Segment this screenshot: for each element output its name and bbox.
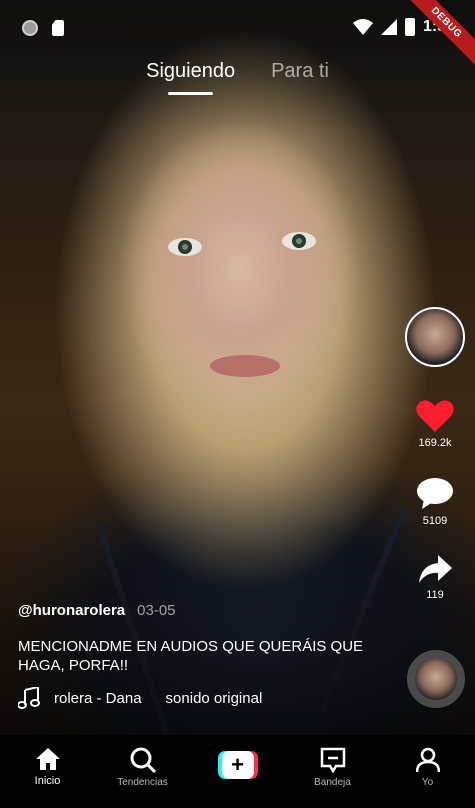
nav-inbox-label: Bandeja xyxy=(314,777,351,788)
profile-icon xyxy=(415,747,440,773)
share-icon xyxy=(419,555,452,583)
sound-row[interactable]: rolera - Dana sonido original xyxy=(18,687,398,709)
sound-artist: rolera - Dana xyxy=(54,689,142,707)
nav-trends[interactable]: Tendencias xyxy=(103,747,183,788)
nav-profile[interactable]: Yo xyxy=(388,747,468,788)
creator-handle[interactable]: @huronarolera xyxy=(18,602,125,619)
share-button[interactable]: 119 xyxy=(418,555,452,601)
comment-icon xyxy=(417,478,453,509)
nav-home[interactable]: Inicio xyxy=(8,747,88,787)
create-icon: + xyxy=(217,751,258,779)
nav-trends-label: Tendencias xyxy=(117,777,168,788)
heart-icon xyxy=(416,400,454,432)
record-icon xyxy=(22,20,38,36)
post-description: MENCIONADME EN AUDIOS QUE QUERÁIS QUE HA… xyxy=(18,638,364,674)
tab-for-you-label: Para ti xyxy=(271,60,329,82)
sound-name: sonido original xyxy=(165,689,263,707)
active-tab-indicator xyxy=(168,92,214,95)
home-icon xyxy=(35,748,60,770)
nav-home-label: Inicio xyxy=(34,775,61,787)
post-caption: @huronarolera 03-05 MENCIONADME EN AUDIO… xyxy=(18,602,398,709)
tab-following[interactable]: Siguiendo xyxy=(146,60,235,95)
signal-icon xyxy=(380,19,397,35)
share-count: 119 xyxy=(426,589,444,601)
battery-icon xyxy=(404,18,415,36)
inbox-icon xyxy=(320,747,345,773)
tab-for-you[interactable]: Para ti xyxy=(271,60,329,95)
like-button[interactable]: 169.2k xyxy=(416,399,454,449)
wifi-icon xyxy=(352,19,373,35)
bottom-nav: Inicio Tendencias + Bandeja Yo xyxy=(0,735,475,808)
music-note-icon xyxy=(18,687,40,709)
feed-tabs: Siguiendo Para ti xyxy=(0,60,475,95)
post-date: 03-05 xyxy=(137,602,176,619)
comment-button[interactable]: 5109 xyxy=(416,477,454,527)
search-icon xyxy=(130,747,156,773)
sd-card-icon xyxy=(52,20,64,36)
like-count: 169.2k xyxy=(418,437,452,449)
music-disc-cover xyxy=(415,658,457,700)
nav-inbox[interactable]: Bandeja xyxy=(293,747,373,788)
tab-following-label: Siguiendo xyxy=(146,60,236,82)
comment-count: 5109 xyxy=(422,515,448,527)
music-disc[interactable] xyxy=(407,650,465,708)
status-bar: 1:54 DEBUG xyxy=(0,0,475,69)
creator-avatar[interactable] xyxy=(405,307,465,367)
nav-profile-label: Yo xyxy=(421,777,434,788)
action-rail: 169.2k 5109 119 xyxy=(405,307,465,601)
nav-create[interactable]: + xyxy=(198,747,278,779)
